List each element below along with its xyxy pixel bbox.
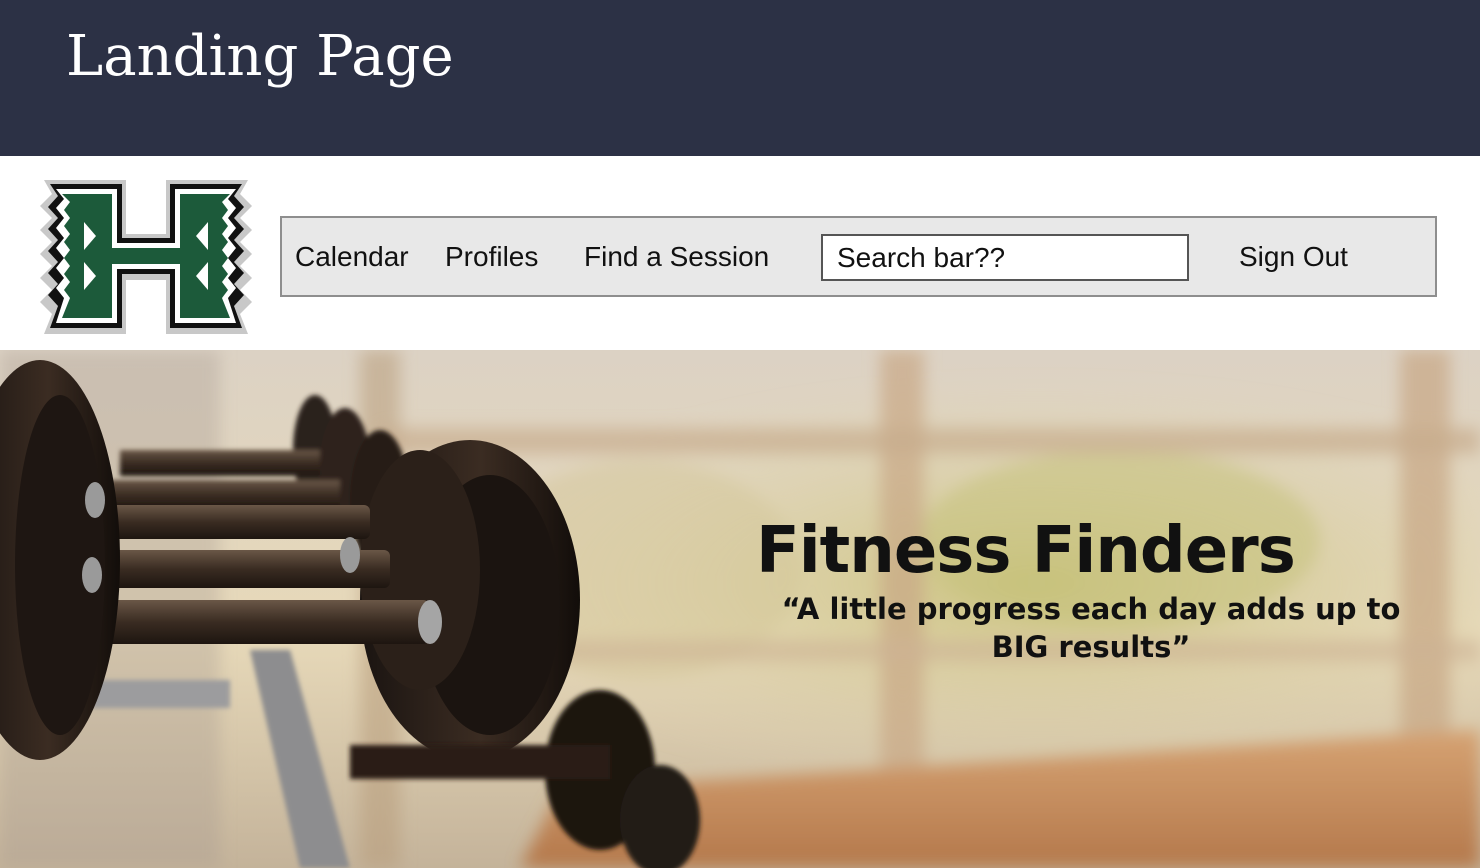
nav-calendar[interactable]: Calendar [295, 218, 409, 295]
app-header: Calendar Profiles Find a Session Search … [0, 156, 1480, 350]
search-input[interactable]: Search bar?? [821, 234, 1189, 281]
page-title: Landing Page [66, 24, 454, 89]
nav-find-a-session[interactable]: Find a Session [584, 218, 769, 295]
nav-profiles[interactable]: Profiles [445, 218, 538, 295]
top-banner: Landing Page [0, 0, 1480, 156]
sign-out-button[interactable]: Sign Out [1239, 218, 1348, 295]
university-h-logo-icon[interactable] [34, 174, 256, 340]
hero-section: Fitness Finders “A little progress each … [0, 350, 1480, 868]
nav-bar: Calendar Profiles Find a Session Search … [280, 216, 1437, 297]
hero-title: Fitness Finders [756, 514, 1296, 588]
hero-quote: “A little progress each day adds up to B… [781, 592, 1401, 664]
